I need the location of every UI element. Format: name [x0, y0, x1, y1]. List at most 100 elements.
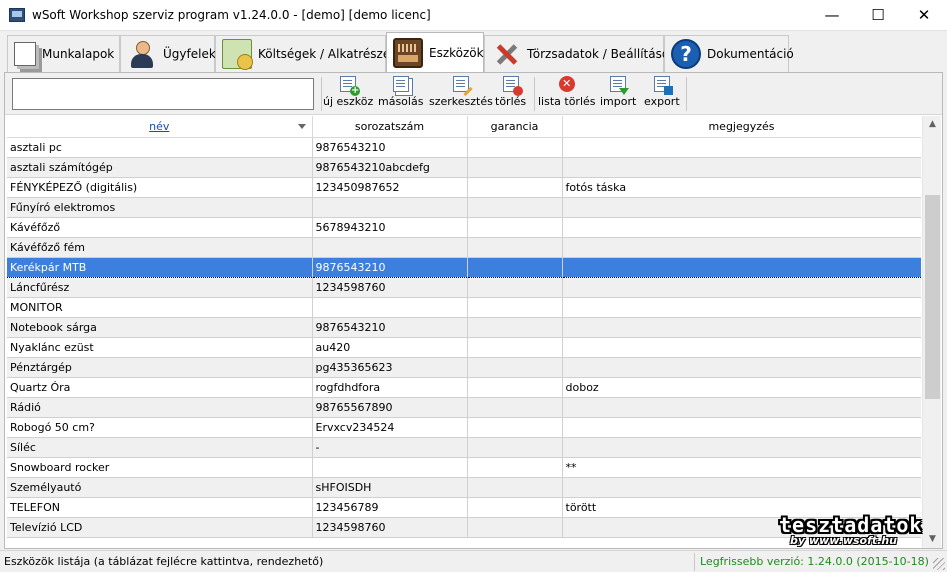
table-row[interactable]: Láncfűrész 1234598760	[7, 277, 921, 298]
vertical-scrollbar[interactable]: ▲ ▼	[922, 116, 941, 548]
tab-ugyfelek[interactable]: Ügyfelek	[120, 35, 216, 72]
cell-sorozatszam[interactable]: 98765567890	[312, 397, 468, 418]
cell-sorozatszam[interactable]: 9876543210abcdefg	[312, 157, 468, 178]
cell-megjegyzes[interactable]	[562, 297, 921, 318]
cell-megjegyzes[interactable]	[562, 357, 921, 378]
cell-megjegyzes[interactable]	[562, 217, 921, 238]
cell-sorozatszam[interactable]	[312, 457, 468, 478]
new-item-button[interactable]: új eszköz	[323, 76, 373, 112]
cell-nev[interactable]: TELEFON	[7, 497, 313, 518]
tab-dokumentacio[interactable]: ? Dokumentáció	[664, 35, 794, 72]
cell-garancia[interactable]	[467, 417, 563, 438]
cell-nev[interactable]: Snowboard rocker	[7, 457, 313, 478]
table-row[interactable]: Notebook sárga 9876543210	[7, 317, 921, 338]
cell-nev[interactable]: asztali pc	[7, 137, 313, 158]
cell-garancia[interactable]	[467, 377, 563, 398]
table-row[interactable]: Quartz Óra rogfdhdfora doboz	[7, 377, 921, 398]
cell-sorozatszam[interactable]: 9876543210	[312, 317, 468, 338]
cell-sorozatszam[interactable]	[312, 197, 468, 218]
export-button[interactable]: export	[644, 76, 680, 112]
cell-sorozatszam[interactable]: -	[312, 437, 468, 458]
column-header-nev[interactable]: név	[7, 116, 313, 138]
cell-garancia[interactable]	[467, 277, 563, 298]
cell-megjegyzes[interactable]	[562, 256, 921, 278]
cell-nev[interactable]: Síléc	[7, 437, 313, 458]
cell-sorozatszam[interactable]: 9876543210	[312, 256, 468, 278]
table-row[interactable]: Fűnyíró elektromos	[7, 197, 921, 218]
cell-megjegyzes[interactable]	[562, 317, 921, 338]
cell-sorozatszam[interactable]: pg435365623	[312, 357, 468, 378]
cell-nev[interactable]: Kávéfőző fém	[7, 237, 313, 258]
table-row[interactable]: Síléc -	[7, 437, 921, 458]
table-row[interactable]: Személyautó sHFOISDH	[7, 477, 921, 498]
cell-garancia[interactable]	[467, 337, 563, 358]
table-row[interactable]: asztali pc 9876543210	[7, 137, 921, 158]
table-row[interactable]: Pénztárgép pg435365623	[7, 357, 921, 378]
cell-sorozatszam[interactable]: 1234598760	[312, 277, 468, 298]
cell-nev[interactable]: Fűnyíró elektromos	[7, 197, 313, 218]
cell-megjegyzes[interactable]	[562, 477, 921, 498]
cell-garancia[interactable]	[467, 197, 563, 218]
column-header-garancia[interactable]: garancia	[467, 116, 563, 138]
cell-garancia[interactable]	[467, 256, 563, 278]
cell-nev[interactable]: Kerékpár MTB	[7, 256, 313, 278]
cell-megjegyzes[interactable]: doboz	[562, 377, 921, 398]
table-row[interactable]: Rádió 98765567890	[7, 397, 921, 418]
import-button[interactable]: import	[600, 76, 636, 112]
table-row[interactable]: Kávéfőző fém	[7, 237, 921, 258]
cell-nev[interactable]: Pénztárgép	[7, 357, 313, 378]
resize-grip-icon[interactable]	[933, 558, 945, 570]
clear-list-button[interactable]: ✕ lista törlés	[538, 76, 596, 112]
cell-nev[interactable]: Notebook sárga	[7, 317, 313, 338]
cell-sorozatszam[interactable]: rogfdhdfora	[312, 377, 468, 398]
cell-garancia[interactable]	[467, 357, 563, 378]
cell-sorozatszam[interactable]: 123456789	[312, 497, 468, 518]
cell-megjegyzes[interactable]: fotós táska	[562, 177, 921, 198]
cell-nev[interactable]: MONITOR	[7, 297, 313, 318]
cell-garancia[interactable]	[467, 217, 563, 238]
cell-megjegyzes[interactable]	[562, 137, 921, 158]
cell-garancia[interactable]	[467, 517, 563, 538]
cell-nev[interactable]: Rádió	[7, 397, 313, 418]
tab-munkalapok[interactable]: Munkalapok	[7, 35, 120, 72]
cell-sorozatszam[interactable]: 1234598760	[312, 517, 468, 538]
table-row[interactable]: Kávéfőző 5678943210	[7, 217, 921, 238]
cell-megjegyzes[interactable]	[562, 237, 921, 258]
table-row[interactable]: MONITOR	[7, 297, 921, 318]
cell-garancia[interactable]	[467, 457, 563, 478]
cell-nev[interactable]: Quartz Óra	[7, 377, 313, 398]
minimize-button[interactable]: —	[809, 0, 855, 31]
table-row[interactable]: FÉNYKÉPEZŐ (digitális) 123450987652 fotós …	[7, 177, 921, 198]
cell-nev[interactable]: FÉNYKÉPEZŐ (digitális)	[7, 177, 313, 198]
cell-nev[interactable]: Láncfűrész	[7, 277, 313, 298]
delete-button[interactable]: törlés	[495, 76, 526, 112]
scrollbar-thumb[interactable]	[925, 195, 940, 399]
tab-koltsegek[interactable]: Költségek / Alkatrészek	[215, 35, 397, 72]
scroll-down-arrow-icon[interactable]: ▼	[923, 531, 942, 548]
table-row[interactable]: asztali számítógép 9876543210abcdefg	[7, 157, 921, 178]
close-button[interactable]: ✕	[901, 0, 947, 31]
cell-megjegyzes[interactable]	[562, 437, 921, 458]
table-row[interactable]: Nyaklánc ezüst au420	[7, 337, 921, 358]
cell-garancia[interactable]	[467, 397, 563, 418]
cell-sorozatszam[interactable]	[312, 237, 468, 258]
cell-garancia[interactable]	[467, 437, 563, 458]
cell-garancia[interactable]	[467, 477, 563, 498]
cell-garancia[interactable]	[467, 297, 563, 318]
scroll-up-arrow-icon[interactable]: ▲	[923, 116, 942, 133]
cell-garancia[interactable]	[467, 137, 563, 158]
cell-megjegyzes[interactable]	[562, 277, 921, 298]
cell-sorozatszam[interactable]: 123450987652	[312, 177, 468, 198]
table-row[interactable]: Robogó 50 cm? Ervxcv234524	[7, 417, 921, 438]
cell-sorozatszam[interactable]: 5678943210	[312, 217, 468, 238]
cell-megjegyzes[interactable]	[562, 337, 921, 358]
cell-sorozatszam[interactable]: Ervxcv234524	[312, 417, 468, 438]
cell-nev[interactable]: Televízió LCD	[7, 517, 313, 538]
cell-megjegyzes[interactable]	[562, 197, 921, 218]
cell-sorozatszam[interactable]: sHFOISDH	[312, 477, 468, 498]
cell-nev[interactable]: Kávéfőző	[7, 217, 313, 238]
cell-garancia[interactable]	[467, 497, 563, 518]
column-header-megjegyzes[interactable]: megjegyzés	[562, 116, 921, 138]
cell-sorozatszam[interactable]: au420	[312, 337, 468, 358]
cell-megjegyzes[interactable]	[562, 417, 921, 438]
